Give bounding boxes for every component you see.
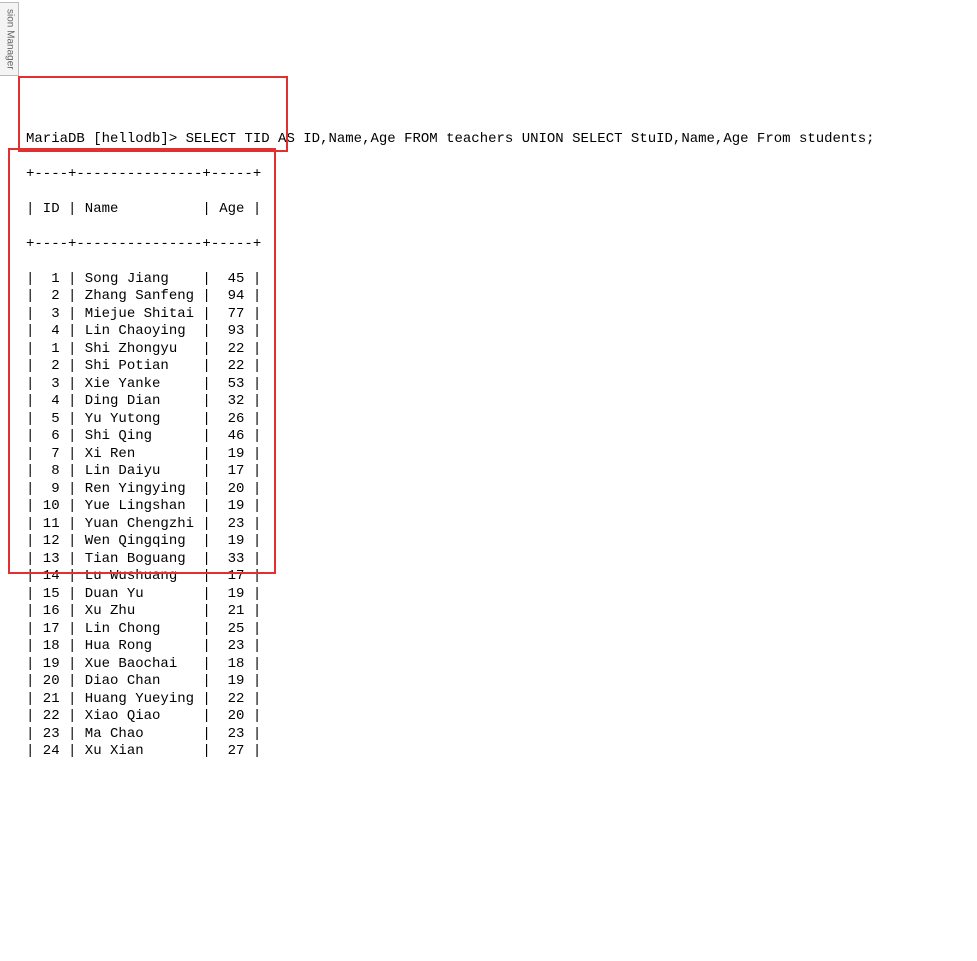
prompt: MariaDB [hellodb]> [26, 131, 186, 147]
table-border-top: +----+---------------+-----+ [26, 166, 967, 184]
table-row: | 19 | Xue Baochai | 18 | [26, 656, 967, 674]
table-row: | 7 | Xi Ren | 19 | [26, 446, 967, 464]
sql-query: SELECT TID AS ID,Name,Age FROM teachers … [186, 131, 875, 147]
table-row: | 6 | Shi Qing | 46 | [26, 428, 967, 446]
table-row: | 20 | Diao Chan | 19 | [26, 673, 967, 691]
table-row: | 17 | Lin Chong | 25 | [26, 621, 967, 639]
table-row: | 11 | Yuan Chengzhi | 23 | [26, 516, 967, 534]
table-row: | 18 | Hua Rong | 23 | [26, 638, 967, 656]
table-row: | 12 | Wen Qingqing | 19 | [26, 533, 967, 551]
session-manager-tab[interactable]: sion Manager [0, 2, 19, 76]
table-row: | 1 | Song Jiang | 45 | [26, 271, 967, 289]
table-row: | 1 | Shi Zhongyu | 22 | [26, 341, 967, 359]
terminal-output[interactable]: MariaDB [hellodb]> SELECT TID AS ID,Name… [0, 105, 977, 786]
table-border-mid: +----+---------------+-----+ [26, 236, 967, 254]
table-row: | 10 | Yue Lingshan | 19 | [26, 498, 967, 516]
sql-prompt-line: MariaDB [hellodb]> SELECT TID AS ID,Name… [26, 131, 967, 149]
table-row: | 8 | Lin Daiyu | 17 | [26, 463, 967, 481]
table-row: | 21 | Huang Yueying | 22 | [26, 691, 967, 709]
table-row: | 2 | Shi Potian | 22 | [26, 358, 967, 376]
table-row: | 22 | Xiao Qiao | 20 | [26, 708, 967, 726]
table-row: | 9 | Ren Yingying | 20 | [26, 481, 967, 499]
table-row: | 3 | Xie Yanke | 53 | [26, 376, 967, 394]
table-row: | 24 | Xu Xian | 27 | [26, 743, 967, 761]
table-row: | 4 | Lin Chaoying | 93 | [26, 323, 967, 341]
table-row: | 3 | Miejue Shitai | 77 | [26, 306, 967, 324]
table-row: | 13 | Tian Boguang | 33 | [26, 551, 967, 569]
table-row: | 23 | Ma Chao | 23 | [26, 726, 967, 744]
session-manager-label: sion Manager [3, 9, 16, 70]
table-row: | 14 | Lu Wushuang | 17 | [26, 568, 967, 586]
table-header: | ID | Name | Age | [26, 201, 967, 219]
table-row: | 2 | Zhang Sanfeng | 94 | [26, 288, 967, 306]
table-row: | 5 | Yu Yutong | 26 | [26, 411, 967, 429]
table-row: | 16 | Xu Zhu | 21 | [26, 603, 967, 621]
table-row: | 4 | Ding Dian | 32 | [26, 393, 967, 411]
table-row: | 15 | Duan Yu | 19 | [26, 586, 967, 604]
